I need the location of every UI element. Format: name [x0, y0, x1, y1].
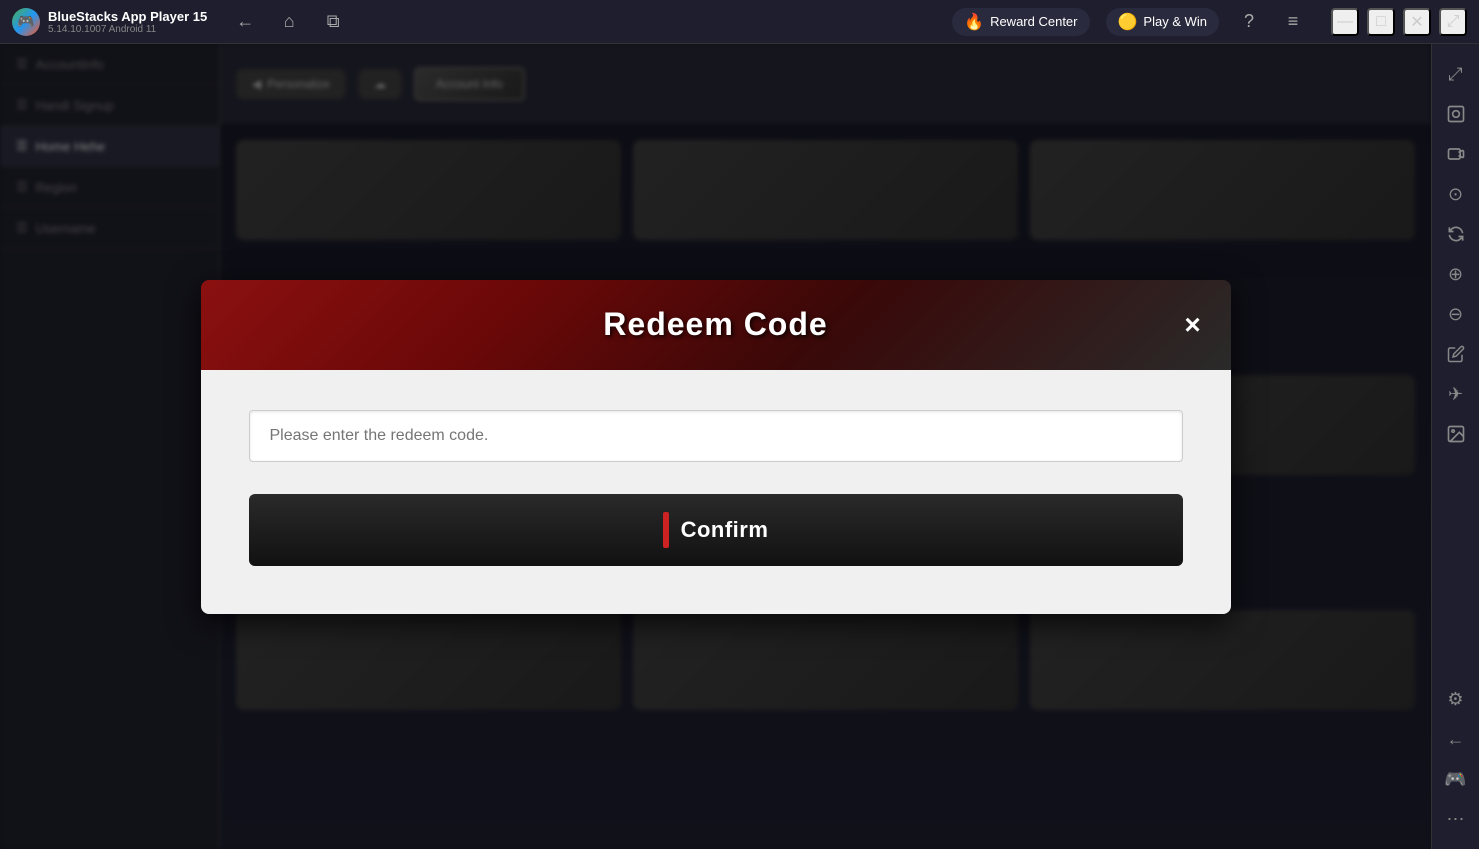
- edit-icon[interactable]: [1438, 336, 1474, 372]
- expand-icon[interactable]: ⤢: [1438, 56, 1474, 92]
- more-icon[interactable]: ⋯: [1438, 801, 1474, 837]
- modal-close-button[interactable]: ×: [1175, 307, 1211, 343]
- zoom-out-icon[interactable]: ⊖: [1438, 296, 1474, 332]
- app-version: 5.14.10.1007 Android 11: [48, 24, 207, 35]
- redeem-code-modal: Redeem Code × Confirm: [201, 280, 1231, 614]
- move-icon[interactable]: ✈: [1438, 376, 1474, 412]
- multi-button[interactable]: ⧉: [319, 8, 347, 36]
- rotate-icon[interactable]: [1438, 216, 1474, 252]
- gamepad-icon[interactable]: 🎮: [1438, 761, 1474, 797]
- expand-window-button[interactable]: ⤢: [1439, 8, 1467, 36]
- screenshot-icon[interactable]: [1438, 96, 1474, 132]
- app-name: BlueStacks App Player 15: [48, 9, 207, 24]
- window-controls: — □ ✕ ⤢: [1331, 8, 1467, 36]
- menu-button[interactable]: ≡: [1279, 8, 1307, 36]
- reward-center-label: Reward Center: [990, 14, 1077, 29]
- coin-icon: 🟡: [1118, 12, 1138, 32]
- back-button[interactable]: ←: [231, 8, 259, 36]
- maximize-button[interactable]: □: [1367, 8, 1395, 36]
- app-logo: 🎮: [12, 8, 40, 36]
- title-bar-right: 🔥 Reward Center 🟡 Play & Win ? ≡ — □ ✕ ⤢: [952, 8, 1467, 36]
- settings-icon[interactable]: ⚙: [1438, 681, 1474, 717]
- record-icon[interactable]: ⊙: [1438, 176, 1474, 212]
- confirm-label: Confirm: [681, 517, 769, 543]
- close-button[interactable]: ✕: [1403, 8, 1431, 36]
- confirm-button[interactable]: Confirm: [249, 494, 1183, 566]
- modal-title: Redeem Code: [603, 306, 827, 343]
- red-accent-bar: [663, 512, 669, 548]
- zoom-in-icon[interactable]: ⊕: [1438, 256, 1474, 292]
- redeem-code-input[interactable]: [249, 410, 1183, 462]
- back-arrow-icon[interactable]: ←: [1438, 721, 1474, 757]
- input-wrapper: [249, 410, 1183, 462]
- app-info: BlueStacks App Player 15 5.14.10.1007 An…: [48, 9, 207, 35]
- camera-record-icon[interactable]: [1438, 136, 1474, 172]
- right-sidebar: ⤢ ⊙ ⊕ ⊖ ✈ ⚙ ← 🎮 ⋯: [1431, 44, 1479, 849]
- play-win-badge[interactable]: 🟡 Play & Win: [1106, 8, 1220, 36]
- nav-controls: ← ⌂ ⧉: [231, 8, 347, 36]
- minimize-button[interactable]: —: [1331, 8, 1359, 36]
- help-button[interactable]: ?: [1235, 8, 1263, 36]
- modal-overlay: Redeem Code × Confirm: [0, 44, 1431, 849]
- play-win-label: Play & Win: [1143, 14, 1207, 29]
- title-bar: 🎮 BlueStacks App Player 15 5.14.10.1007 …: [0, 0, 1479, 44]
- modal-header: Redeem Code ×: [201, 280, 1231, 370]
- reward-center-badge[interactable]: 🔥 Reward Center: [952, 8, 1089, 36]
- image-icon[interactable]: [1438, 416, 1474, 452]
- fire-icon: 🔥: [964, 12, 984, 32]
- home-button[interactable]: ⌂: [275, 8, 303, 36]
- modal-body: Confirm: [201, 370, 1231, 614]
